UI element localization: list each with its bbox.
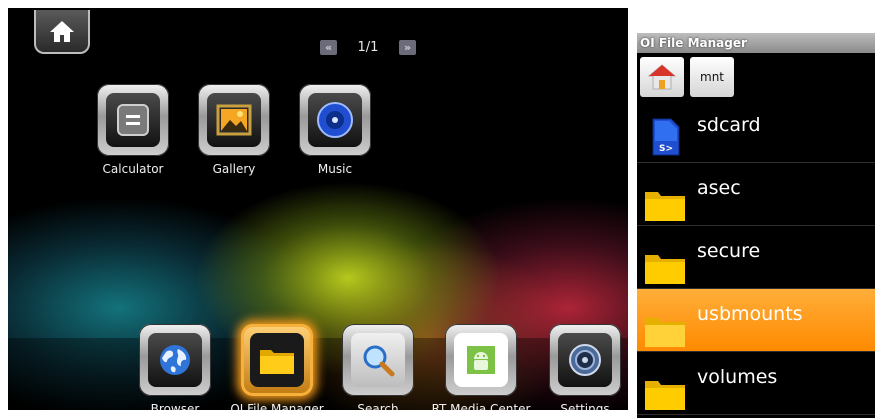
double-chevron-left-icon: « <box>324 41 333 54</box>
calculator-icon <box>117 104 149 136</box>
settings-icon <box>569 344 601 376</box>
list-item[interactable]: asec <box>637 163 875 226</box>
app-calculator[interactable]: Calculator <box>83 84 183 176</box>
magnifier-icon <box>363 345 395 377</box>
double-chevron-right-icon: » <box>403 41 412 54</box>
app-label: Calculator <box>102 162 164 176</box>
android-icon <box>467 346 495 374</box>
home-icon <box>647 63 677 89</box>
file-manager-window: OI File Manager mnt S> sdcard asec secur… <box>637 33 875 418</box>
folder-icon <box>260 350 294 374</box>
page-indicator: « 1/1 » <box>320 40 416 55</box>
list-item-name: volumes <box>697 366 778 388</box>
previous-page-button[interactable]: « <box>320 40 337 55</box>
app-gallery[interactable]: Gallery <box>184 84 284 176</box>
next-page-button[interactable]: » <box>399 40 416 55</box>
app-label: Music <box>317 162 353 176</box>
launcher-home-screen: « 1/1 » Calculator Gallery Music Browser… <box>8 8 628 410</box>
gallery-icon <box>216 104 252 136</box>
folder-icon <box>645 254 685 284</box>
list-item-name: sdcard <box>697 114 761 136</box>
folder-icon <box>645 317 685 347</box>
app-label: Settings <box>560 402 610 410</box>
list-item-name: usbmounts <box>697 303 803 325</box>
dock-app-settings[interactable]: Settings <box>535 324 628 410</box>
dock-app-search[interactable]: Search <box>328 324 428 410</box>
home-icon <box>50 21 74 42</box>
sdcard-icon: S> <box>652 118 680 155</box>
svg-text:S>: S> <box>659 144 673 154</box>
dock-app-browser[interactable]: Browser <box>125 324 225 410</box>
window-title: OI File Manager <box>637 33 875 53</box>
app-label: OI File Manager <box>230 402 324 410</box>
dock-app-file-manager[interactable]: OI File Manager <box>227 324 327 410</box>
globe-icon <box>160 345 190 375</box>
list-item[interactable]: volumes <box>637 352 875 415</box>
screen: « 1/1 » Calculator Gallery Music Browser… <box>0 0 875 418</box>
breadcrumb: mnt <box>637 53 875 100</box>
folder-icon <box>645 380 685 410</box>
breadcrumb-home-button[interactable] <box>640 56 684 97</box>
list-item-name: secure <box>697 240 761 262</box>
list-item[interactable]: S> sdcard <box>637 100 875 163</box>
music-icon <box>317 102 353 138</box>
page-number: 1/1 <box>357 40 379 55</box>
dock-app-rt-media-center[interactable]: RT Media Center <box>431 324 531 410</box>
home-button[interactable] <box>34 10 90 54</box>
list-item[interactable]: secure <box>637 226 875 289</box>
app-label: RT Media Center <box>431 402 531 410</box>
app-music[interactable]: Music <box>285 84 385 176</box>
list-item-name: asec <box>697 177 741 199</box>
app-label: Browser <box>150 402 200 410</box>
list-item-selected[interactable]: usbmounts <box>637 289 875 352</box>
app-label: Search <box>357 402 399 410</box>
folder-icon <box>645 191 685 221</box>
app-label: Gallery <box>212 162 256 176</box>
breadcrumb-item-current[interactable]: mnt <box>690 56 734 97</box>
